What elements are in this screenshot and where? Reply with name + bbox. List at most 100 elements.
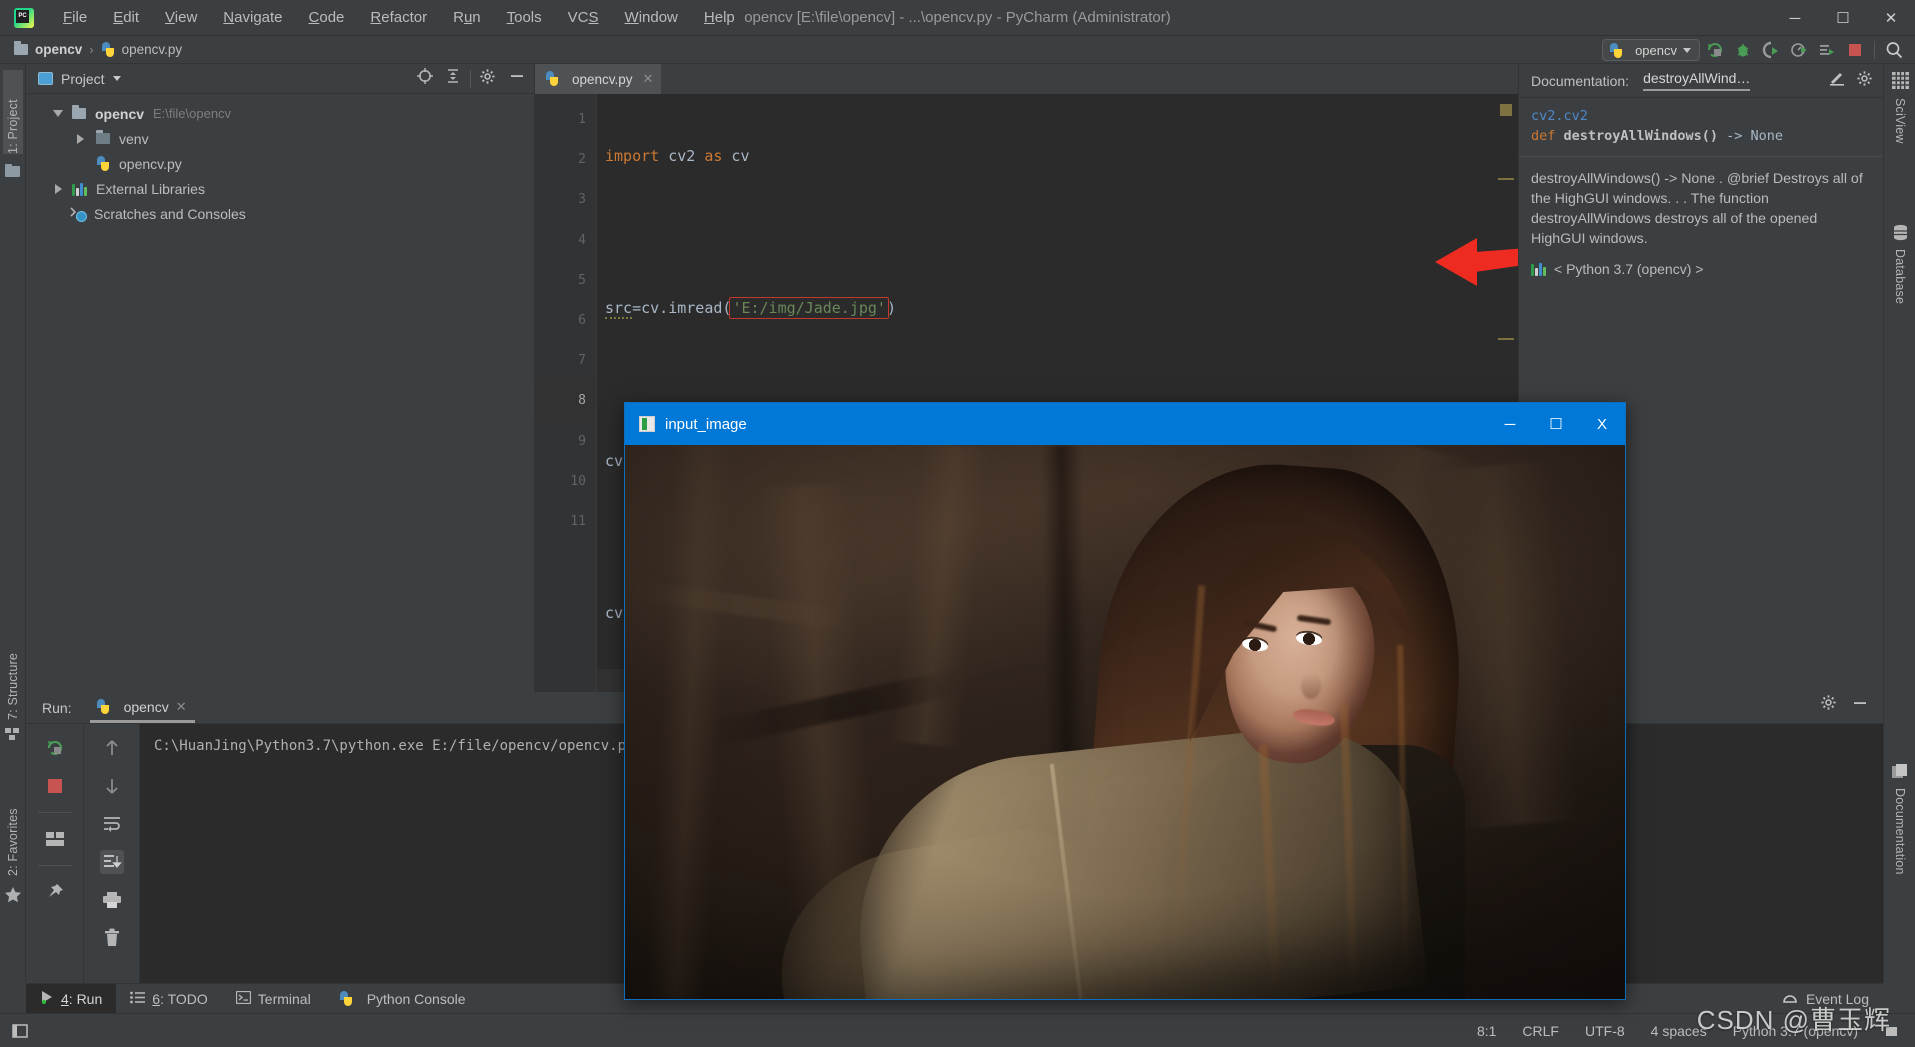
bottom-tab-terminal[interactable]: Terminal	[222, 984, 325, 1014]
editor-tab-opencv-py[interactable]: opencv.py ✕	[535, 64, 662, 94]
profile-icon[interactable]	[1786, 38, 1812, 62]
restore-layout-icon[interactable]	[43, 827, 67, 851]
folder-icon	[96, 130, 110, 144]
run-tab-opencv[interactable]: opencv ✕	[89, 695, 195, 723]
status-indent[interactable]: 4 spaces	[1651, 1023, 1707, 1039]
bottom-tab-todo[interactable]: 6: TODO	[116, 984, 222, 1014]
maximize-button[interactable]: ☐	[1819, 0, 1867, 36]
twisty-right-icon[interactable]	[50, 181, 66, 197]
project-panel-header: Project	[26, 64, 534, 94]
sidebar-tab-project[interactable]: 1: Project	[3, 70, 23, 154]
run-icon[interactable]	[1702, 38, 1728, 62]
menu-item-view[interactable]: View	[152, 4, 210, 31]
cv-close-button[interactable]: X	[1579, 403, 1625, 445]
line-number: 7	[578, 353, 586, 369]
cv-maximize-button[interactable]: ☐	[1533, 403, 1579, 445]
sidebar-tab-database[interactable]: Database	[1893, 249, 1907, 304]
menu-item-window[interactable]: Window	[612, 4, 691, 31]
tree-node-opencv-py[interactable]: opencv.py	[26, 151, 534, 176]
sidebar-tab-favorites[interactable]: 2: Favorites	[3, 764, 23, 876]
title-bar: File Edit View Navigate Code Refactor Ru…	[0, 0, 1915, 36]
minimize-button[interactable]: ─	[1771, 0, 1819, 36]
close-icon[interactable]: ✕	[176, 699, 187, 715]
run-with-coverage-icon[interactable]	[1758, 38, 1784, 62]
bottom-tab-text: : Run	[68, 990, 103, 1007]
run-toolbar: opencv	[1602, 36, 1907, 64]
editor-warning-marker[interactable]	[1500, 104, 1512, 116]
stop-icon[interactable]	[43, 774, 67, 798]
menu-item-refactor[interactable]: Refactor	[357, 4, 440, 31]
menu-item-edit[interactable]: Edit	[100, 4, 152, 31]
python-file-icon	[545, 71, 560, 87]
cv-minimize-button[interactable]: ─	[1487, 403, 1533, 445]
print-icon[interactable]	[100, 888, 124, 912]
twisty-right-icon[interactable]	[72, 131, 88, 147]
up-arrow-icon[interactable]	[100, 736, 124, 760]
bottom-tab-run[interactable]: 4: Run	[26, 983, 117, 1014]
locate-icon[interactable]	[416, 67, 434, 90]
project-tool-window: Project opencv E:\file\opencv venv openc…	[26, 64, 535, 692]
menu-item-code[interactable]: Code	[296, 4, 358, 31]
breadcrumb-file[interactable]: opencv.py	[101, 41, 182, 58]
line-number-current: 8	[535, 381, 596, 422]
settings-icon[interactable]	[1856, 70, 1873, 92]
bottom-tab-python-console[interactable]: Python Console	[325, 984, 480, 1014]
clear-all-icon[interactable]	[100, 926, 124, 950]
run-tab-label: opencv	[123, 699, 169, 715]
menu-item-run[interactable]: Run	[440, 4, 494, 31]
hide-icon[interactable]	[1851, 694, 1869, 717]
tree-node-scratches[interactable]: Scratches and Consoles	[26, 201, 534, 226]
status-interpreter[interactable]: Python 3.7 (opencv)	[1733, 1023, 1858, 1039]
sidebar-tab-documentation[interactable]: Documentation	[1893, 788, 1907, 875]
bottom-tab-mnemonic: 4	[61, 990, 69, 1007]
documentation-tab[interactable]: destroyAllWind…	[1643, 70, 1751, 91]
chevron-down-icon[interactable]	[112, 76, 121, 81]
search-everywhere-icon[interactable]	[1881, 38, 1907, 62]
status-lock-icon[interactable]	[1884, 1022, 1899, 1040]
menu-item-navigate[interactable]: Navigate	[210, 4, 295, 31]
collapse-all-icon[interactable]	[444, 67, 462, 90]
twisty-down-icon[interactable]	[50, 106, 66, 122]
soft-wrap-icon[interactable]	[100, 812, 124, 836]
tree-node-venv[interactable]: venv	[26, 126, 534, 151]
scroll-to-end-icon[interactable]	[99, 850, 124, 874]
sidebar-tab-structure[interactable]: 7: Structure	[3, 616, 23, 720]
documentation-signature: cv2.cv2 def destroyAllWindows() -> None	[1519, 98, 1883, 157]
run-panel-console-toolbar	[84, 724, 140, 983]
close-icon[interactable]: ✕	[643, 71, 654, 87]
stop-icon[interactable]	[1842, 38, 1868, 62]
menu-item-tools[interactable]: Tools	[494, 4, 555, 31]
edit-source-icon[interactable]	[1828, 69, 1846, 92]
status-encoding[interactable]: UTF-8	[1585, 1023, 1625, 1039]
documentation-module: cv2.cv2	[1531, 108, 1588, 124]
tree-node-opencv[interactable]: opencv E:\file\opencv	[26, 101, 534, 126]
run-configuration-selector[interactable]: opencv	[1602, 39, 1700, 61]
editor-warning-stripe[interactable]	[1498, 338, 1514, 340]
editor-warning-stripe[interactable]	[1498, 178, 1514, 180]
settings-icon[interactable]	[1820, 694, 1837, 717]
menu-item-file[interactable]: File	[50, 4, 100, 31]
toggle-tool-windows-icon[interactable]	[12, 1023, 30, 1039]
close-button[interactable]: ✕	[1867, 0, 1915, 36]
menu-item-vcs[interactable]: VCS	[555, 4, 612, 31]
hide-icon[interactable]	[508, 67, 526, 90]
tree-node-external-libraries[interactable]: External Libraries	[26, 176, 534, 201]
menu-item-help[interactable]: Help	[691, 4, 748, 31]
status-caret-position[interactable]: 8:1	[1477, 1023, 1496, 1039]
event-log-button[interactable]: Event Log	[1782, 990, 1883, 1007]
pycharm-logo-icon	[14, 7, 34, 28]
bottom-tab-text: : TODO	[160, 990, 208, 1007]
debug-icon[interactable]	[1730, 38, 1756, 62]
breadcrumb-project[interactable]: opencv	[14, 41, 82, 57]
project-tree: opencv E:\file\opencv venv opencv.py Ext	[26, 94, 534, 226]
down-arrow-icon[interactable]	[100, 774, 124, 798]
run-tests-icon[interactable]	[1814, 38, 1840, 62]
rerun-icon[interactable]	[43, 736, 67, 760]
documentation-def-keyword: def	[1531, 128, 1556, 144]
line-number: 6	[578, 312, 586, 328]
sidebar-tab-sciview[interactable]: SciView	[1893, 98, 1907, 144]
settings-icon[interactable]	[479, 68, 496, 90]
pin-tab-icon[interactable]	[43, 880, 67, 904]
status-bar: 8:1 CRLF UTF-8 4 spaces Python 3.7 (open…	[0, 1013, 1915, 1047]
status-line-separator[interactable]: CRLF	[1522, 1023, 1559, 1039]
